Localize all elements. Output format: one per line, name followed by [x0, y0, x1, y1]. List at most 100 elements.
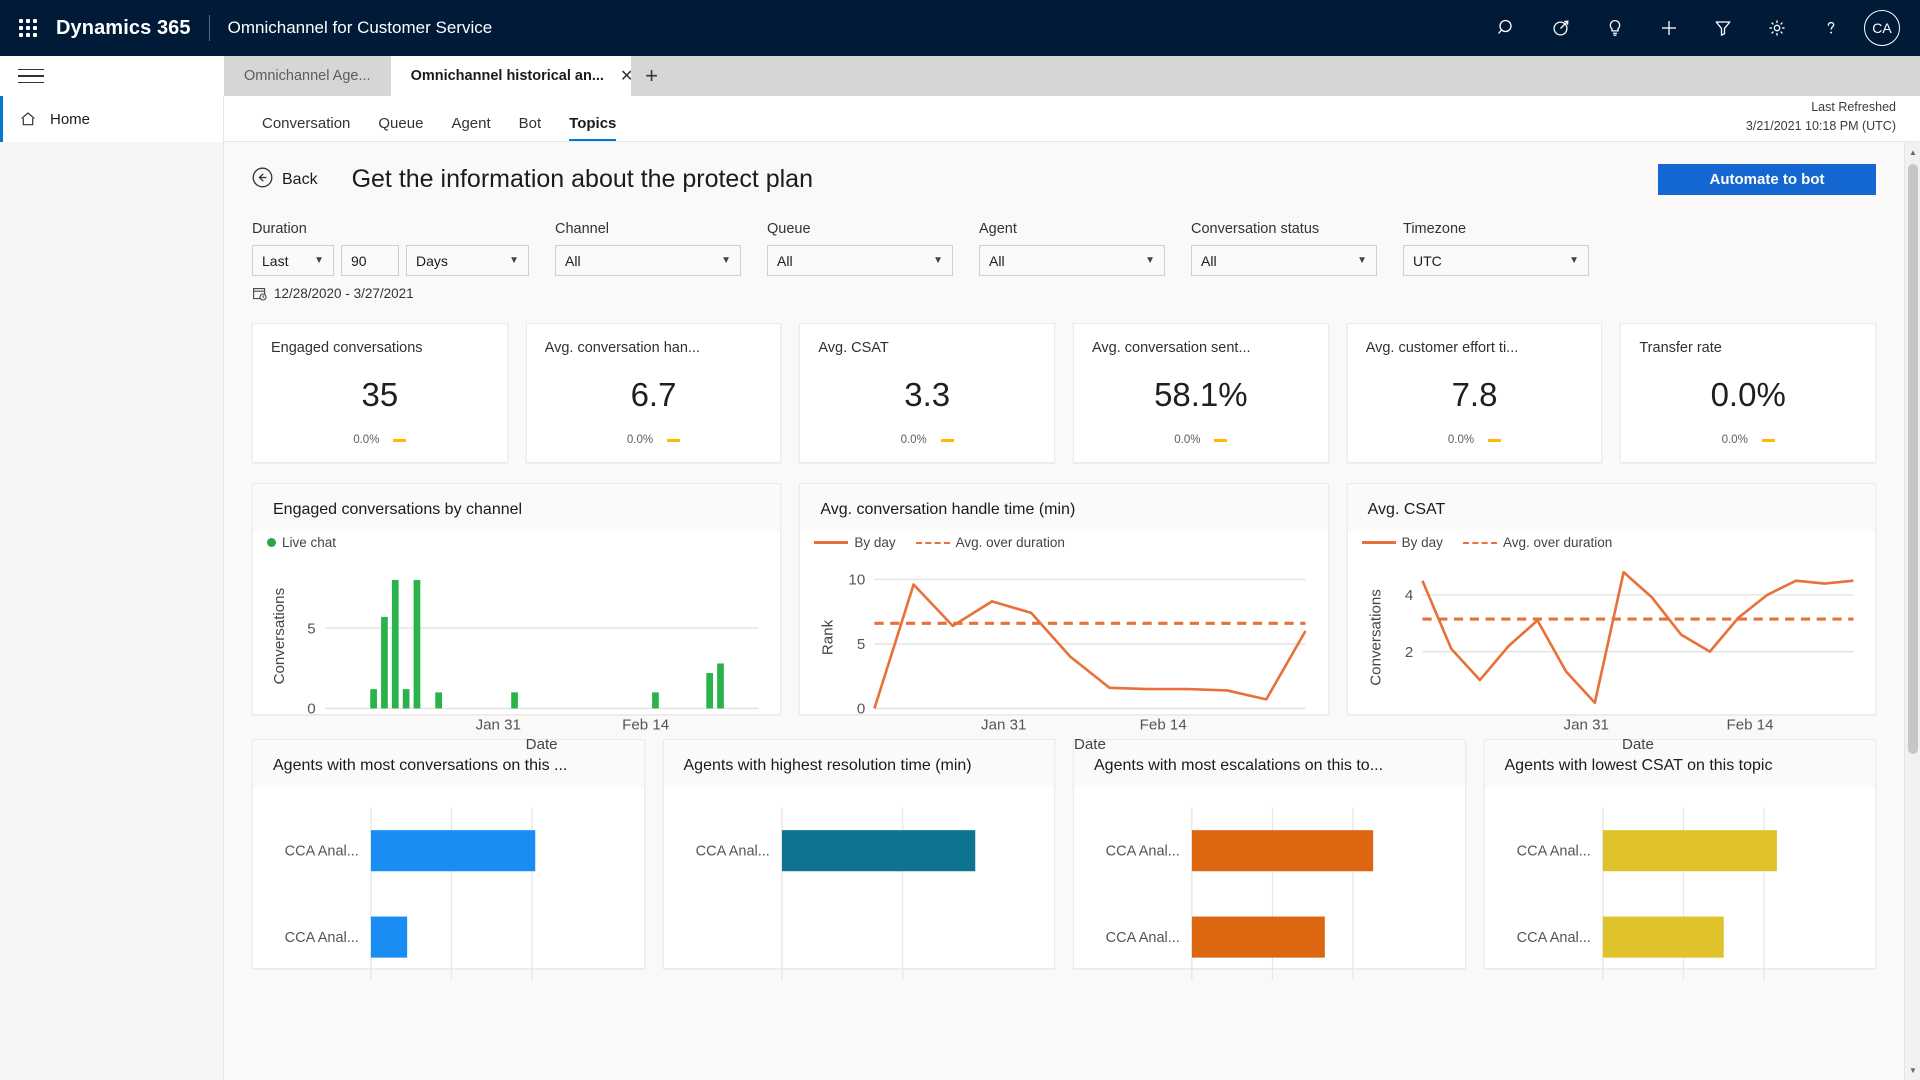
- sidebar: Home: [0, 96, 224, 1080]
- trend-flat-icon: [1488, 438, 1502, 442]
- legend-label: Avg. over duration: [955, 535, 1065, 550]
- agents-highest-resolution-time-bar-chart[interactable]: CCA Anal...: [678, 793, 1041, 992]
- scroll-up-icon[interactable]: ▲: [1905, 144, 1920, 160]
- svg-text:Conversations: Conversations: [271, 587, 288, 684]
- topbar-icons: CA: [1480, 0, 1920, 56]
- help-icon[interactable]: [1804, 0, 1858, 56]
- sidebar-item-home[interactable]: Home: [0, 96, 223, 142]
- back-button[interactable]: Back: [252, 167, 318, 193]
- kpi-card-transfer-rate[interactable]: Transfer rate 0.0% 0.0%: [1620, 323, 1877, 463]
- date-range: 12/28/2020 - 3/27/2021: [252, 286, 1876, 301]
- svg-text:CCA Anal...: CCA Anal...: [285, 930, 359, 946]
- legend-item-by-day[interactable]: By day: [1361, 535, 1443, 550]
- legend-solid-line-icon: [1361, 541, 1396, 544]
- avg-csat-line-chart[interactable]: 2 4 Conversations Jan 31 Feb 14 Date: [1362, 556, 1861, 753]
- lightbulb-icon[interactable]: [1588, 0, 1642, 56]
- kpi-value: 7.8: [1451, 376, 1498, 413]
- chevron-down-icon: ▼: [314, 255, 324, 266]
- queue-select[interactable]: All ▼: [767, 245, 953, 276]
- automate-to-bot-button[interactable]: Automate to bot: [1658, 164, 1876, 195]
- chart-body: CCA Anal... CCA Anal...: [1485, 787, 1876, 1000]
- tab-omnichannel-historical-analytics[interactable]: Omnichannel historical an... ✕: [390, 56, 633, 96]
- search-icon[interactable]: [1480, 0, 1534, 56]
- calendar-icon: [252, 286, 267, 301]
- filter-agent: Agent All ▼: [979, 221, 1165, 276]
- legend-label: By day: [1401, 535, 1443, 550]
- brand-title: Dynamics 365: [56, 16, 191, 39]
- kpi-title: Avg. customer effort ti...: [1365, 340, 1519, 356]
- tab-queue[interactable]: Queue: [364, 115, 437, 141]
- report-page: Back Get the information about the prote…: [224, 142, 1904, 981]
- svg-text:2: 2: [1404, 644, 1412, 661]
- conversation-status-select[interactable]: All ▼: [1191, 245, 1377, 276]
- duration-amount-input[interactable]: 90: [341, 245, 399, 276]
- legend-item-avg-over-duration[interactable]: Avg. over duration: [915, 535, 1065, 550]
- filter-channel: Channel All ▼: [555, 221, 741, 276]
- kpi-delta: 0.0%: [818, 434, 1036, 446]
- engaged-conversations-bar-chart[interactable]: 0 5 Conversations Jan 31 Feb 14 Date: [267, 556, 766, 753]
- channel-select[interactable]: All ▼: [555, 245, 741, 276]
- tab-conversation[interactable]: Conversation: [248, 115, 364, 141]
- agents-lowest-csat-bar-chart[interactable]: CCA Anal... CCA Anal...: [1499, 793, 1862, 992]
- kpi-card-avg-conversation-handle-time[interactable]: Avg. conversation han... 6.7 0.0%: [525, 323, 782, 463]
- back-button-label: Back: [282, 170, 318, 188]
- filter-icon[interactable]: [1696, 0, 1750, 56]
- gear-icon[interactable]: [1750, 0, 1804, 56]
- scroll-down-icon[interactable]: ▼: [1905, 1062, 1920, 1078]
- app-body: Home Conversation Queue Agent Bot Topics…: [0, 96, 1920, 1080]
- avatar[interactable]: CA: [1864, 10, 1900, 46]
- svg-text:0: 0: [857, 701, 865, 718]
- legend-item-avg-over-duration[interactable]: Avg. over duration: [1462, 535, 1613, 550]
- new-tab-button[interactable]: +: [630, 56, 673, 96]
- date-range-value: 12/28/2020 - 3/27/2021: [274, 286, 414, 301]
- kpi-delta: 0.0%: [1639, 434, 1857, 446]
- kpi-delta-value: 0.0%: [1721, 434, 1748, 446]
- agents-most-escalations-bar-chart[interactable]: CCA Anal... CCA Anal...: [1088, 793, 1451, 992]
- filter-timezone: Timezone UTC ▼: [1403, 221, 1589, 276]
- tab-omnichannel-agent[interactable]: Omnichannel Age...: [224, 56, 391, 96]
- agents-most-conversations-bar-chart[interactable]: CCA Anal... CCA Anal...: [267, 793, 630, 992]
- scrollbar-thumb[interactable]: [1908, 164, 1918, 754]
- svg-text:Date: Date: [526, 736, 558, 753]
- kpi-delta: 0.0%: [1092, 434, 1310, 446]
- svg-text:Jan 31: Jan 31: [476, 716, 521, 733]
- assistant-icon[interactable]: [1534, 0, 1588, 56]
- avg-handle-time-line-chart[interactable]: 0 5 10 Rank Jan 31 Feb 14 Date: [814, 556, 1313, 753]
- legend-label: By day: [854, 535, 896, 550]
- plus-icon[interactable]: [1642, 0, 1696, 56]
- app-launcher-button[interactable]: [0, 0, 56, 56]
- filter-label: Channel: [555, 221, 610, 237]
- conversation-status-value: All: [1201, 252, 1217, 269]
- agent-select[interactable]: All ▼: [979, 245, 1165, 276]
- vertical-scrollbar[interactable]: ▲ ▼: [1904, 142, 1920, 1080]
- duration-mode-value: Last: [262, 252, 289, 269]
- kpi-value: 0.0%: [1710, 376, 1786, 413]
- kpi-card-engaged-conversations[interactable]: Engaged conversations 35 0.0%: [252, 323, 508, 463]
- page-title: Get the information about the protect pl…: [351, 165, 813, 193]
- kpi-card-avg-conversation-sentiment[interactable]: Avg. conversation sent... 58.1% 0.0%: [1073, 323, 1329, 463]
- page-header: Back Get the information about the prote…: [252, 164, 1876, 195]
- legend-label: Live chat: [282, 535, 337, 550]
- duration-unit-select[interactable]: Days ▼: [406, 245, 529, 276]
- timezone-select[interactable]: UTC ▼: [1403, 245, 1589, 276]
- legend-label: Avg. over duration: [1502, 535, 1613, 550]
- timeseries-chart-row: Engaged conversations by channel Live ch…: [252, 483, 1876, 753]
- duration-amount-value: 90: [351, 252, 367, 269]
- tab-agent[interactable]: Agent: [437, 115, 504, 141]
- chart-legend: Live chat: [253, 531, 780, 550]
- filter-label: Agent: [979, 221, 1017, 237]
- kpi-card-avg-csat[interactable]: Avg. CSAT 3.3 0.0%: [799, 323, 1056, 463]
- scroll-area: Back Get the information about the prote…: [224, 142, 1904, 1080]
- legend-item-by-day[interactable]: By day: [814, 535, 896, 550]
- legend-item-live-chat[interactable]: Live chat: [267, 535, 336, 550]
- kpi-card-avg-customer-effort-time[interactable]: Avg. customer effort ti... 7.8 0.0%: [1346, 323, 1603, 463]
- hamburger-menu-icon[interactable]: [18, 64, 44, 89]
- svg-text:0: 0: [307, 701, 315, 718]
- chart-body: CCA Anal... CCA Anal...: [253, 787, 644, 1000]
- filter-controls: UTC ▼: [1403, 245, 1589, 276]
- channel-value: All: [565, 252, 581, 269]
- tab-bot[interactable]: Bot: [505, 115, 556, 141]
- tab-topics[interactable]: Topics: [555, 115, 630, 141]
- duration-mode-select[interactable]: Last ▼: [252, 245, 334, 276]
- top-navigation-bar: Dynamics 365 Omnichannel for Customer Se…: [0, 0, 1920, 56]
